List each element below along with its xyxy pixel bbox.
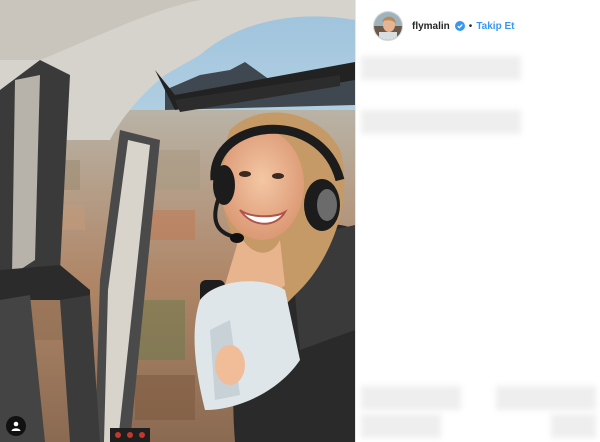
post-side-panel: flymalin • Takip Et [355, 0, 600, 442]
blurred-caption-line-2 [361, 110, 521, 134]
separator-dot: • [468, 20, 473, 32]
username-link[interactable]: flymalin [412, 21, 450, 32]
blurred-footer-block-2 [496, 386, 596, 410]
avatar[interactable] [373, 11, 403, 41]
blurred-footer-block-4 [551, 414, 596, 438]
blurred-footer-block-3 [361, 414, 441, 438]
user-tag-icon[interactable] [6, 416, 26, 436]
post-photo[interactable] [0, 0, 355, 442]
follow-button[interactable]: Takip Et [476, 21, 514, 32]
helicopter-cockpit-image [0, 0, 355, 442]
blurred-caption-line-1 [361, 56, 521, 80]
blurred-footer-block-1 [361, 386, 461, 410]
verified-badge-icon [454, 21, 465, 31]
post-header: flymalin • Takip Et [356, 0, 600, 52]
